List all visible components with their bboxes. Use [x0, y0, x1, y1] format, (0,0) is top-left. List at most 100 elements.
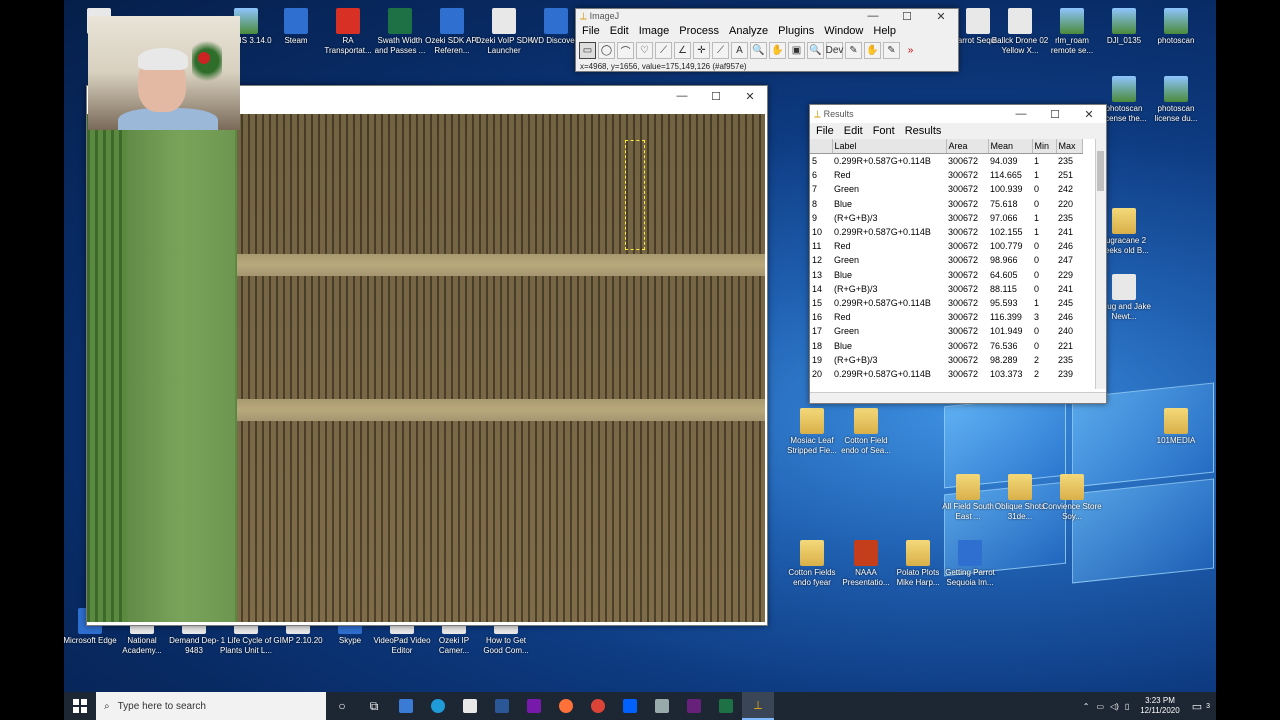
results-table[interactable]: Label Area Mean Min Max 5 0.299R+0.587G+0.114… — [810, 139, 1083, 381]
desktop-icon[interactable]: photoscan license du... — [1146, 76, 1206, 124]
cortana-icon[interactable]: ○ — [326, 692, 358, 720]
image-window[interactable]: — ☐ ✕ — [86, 85, 768, 626]
desktop-icon[interactable]: Cotton Field endo of Sea... — [836, 408, 896, 456]
scroll-tool-icon[interactable]: ✋ — [769, 41, 786, 59]
results-menu-font[interactable]: Font — [873, 125, 895, 137]
minimize-icon[interactable]: — — [665, 90, 699, 103]
menu-window[interactable]: Window — [824, 25, 863, 37]
desktop-icon[interactable]: rlm_roam remote se... — [1042, 8, 1102, 56]
imagej-taskbar-icon[interactable]: ⟂ — [742, 692, 774, 720]
column-header[interactable]: Label — [832, 139, 947, 154]
table-row[interactable]: 5 0.299R+0.587G+0.114B 300672 94.039 1 235 — [810, 154, 1082, 169]
menu-file[interactable]: File — [582, 25, 600, 37]
desktop-icon[interactable]: Cotton Fields endo fyear — [782, 540, 842, 588]
close-icon[interactable]: ✕ — [1072, 108, 1106, 121]
vertical-scrollbar[interactable] — [1095, 139, 1106, 389]
table-row[interactable]: 10 0.299R+0.587G+0.114B 300672 102.155 1 241 — [810, 225, 1082, 239]
table-row[interactable]: 15 0.299R+0.587G+0.114B 300672 95.593 1 245 — [810, 296, 1082, 310]
app-icon[interactable] — [646, 692, 678, 720]
minimize-icon[interactable]: — — [1004, 108, 1038, 121]
column-header[interactable]: Area — [946, 139, 989, 154]
dev-tool-icon[interactable]: Dev — [826, 41, 843, 59]
firefox-icon[interactable] — [550, 692, 582, 720]
minimize-icon[interactable]: — — [856, 10, 890, 23]
mail-icon[interactable] — [390, 692, 422, 720]
rectangle-roi[interactable] — [625, 140, 645, 250]
desktop-icon[interactable]: Steam — [266, 8, 326, 46]
drone-field-image[interactable] — [87, 114, 765, 622]
taskbar-search[interactable]: ⌕ Type here to search — [96, 692, 326, 720]
desktop-icon[interactable]: Swath Width and Passes ... — [370, 8, 430, 56]
desktop-icon[interactable]: Ozeki VoIP SDK Launcher — [474, 8, 534, 56]
desktop-icon[interactable]: RA Transportat... — [318, 8, 378, 56]
table-row[interactable]: 6 Red 300672 114.665 1 251 — [810, 168, 1082, 182]
notification-icon[interactable]: ▭ — [1192, 700, 1202, 713]
close-icon[interactable]: ✕ — [924, 10, 958, 23]
excel-icon[interactable] — [710, 692, 742, 720]
menu-process[interactable]: Process — [679, 25, 719, 37]
word-icon[interactable] — [486, 692, 518, 720]
results-table-container[interactable]: Label Area Mean Min Max 5 0.299R+0.587G+0.114… — [810, 139, 1096, 389]
desktop-icon[interactable]: photoscan — [1146, 8, 1206, 46]
table-row[interactable]: 17 Green 300672 101.949 0 240 — [810, 324, 1082, 338]
desktop-icon[interactable]: Polato Plots Mike Harp... — [888, 540, 948, 588]
oval-tool-icon[interactable]: ◯ — [598, 41, 615, 59]
onenote-icon[interactable] — [518, 692, 550, 720]
chrome-icon[interactable] — [582, 692, 614, 720]
table-row[interactable]: 7 Green 300672 100.939 0 242 — [810, 182, 1082, 196]
task-view-icon[interactable]: ⧉ — [358, 692, 390, 720]
column-header[interactable]: Min — [1032, 139, 1057, 154]
zoom-tool-icon[interactable]: 🔍 — [807, 41, 824, 59]
line-tool-icon[interactable]: ⟋ — [655, 41, 672, 59]
table-row[interactable]: 8 Blue 300672 75.618 0 220 — [810, 197, 1082, 211]
brush-tool-icon[interactable]: ✎ — [883, 41, 900, 59]
horizontal-scrollbar[interactable] — [810, 392, 1106, 403]
chevron-up-icon[interactable]: ⌃ — [1083, 702, 1090, 711]
start-button[interactable] — [64, 692, 96, 720]
desktop-icon[interactable]: 101MEDIA — [1146, 408, 1206, 446]
point-tool-icon[interactable]: ✛ — [693, 41, 710, 59]
wand-tool-icon[interactable]: ⟋ — [712, 41, 729, 59]
desktop-icon[interactable]: NAAA Presentatio... — [836, 540, 896, 588]
table-row[interactable]: 19 (R+G+B)/3 300672 98.289 2 235 — [810, 353, 1082, 367]
table-row[interactable]: 13 Blue 300672 64.605 0 229 — [810, 268, 1082, 282]
table-row[interactable]: 11 Red 300672 100.779 0 246 — [810, 239, 1082, 253]
imagej-titlebar[interactable]: ⟂ ImageJ — ☐ ✕ — [576, 9, 958, 23]
edge-icon[interactable] — [422, 692, 454, 720]
imagej-window[interactable]: ⟂ ImageJ — ☐ ✕ File Edit Image Process Analy… — [575, 8, 959, 72]
magnifier-tool-icon[interactable]: 🔍 — [750, 41, 767, 59]
network-icon[interactable]: ▭ — [1096, 702, 1104, 711]
results-titlebar[interactable]: ⟂ Results — ☐ ✕ — [810, 105, 1106, 123]
column-header[interactable] — [810, 139, 833, 154]
results-menu-results[interactable]: Results — [905, 125, 942, 137]
table-row[interactable]: 12 Green 300672 98.966 0 247 — [810, 253, 1082, 267]
menu-image[interactable]: Image — [639, 25, 670, 37]
maximize-icon[interactable]: ☐ — [1038, 108, 1072, 121]
table-row[interactable]: 14 (R+G+B)/3 300672 88.115 0 241 — [810, 282, 1082, 296]
dropbox-icon[interactable] — [614, 692, 646, 720]
desktop-icon[interactable]: All Field South East ... — [938, 474, 998, 522]
table-row[interactable]: 18 Blue 300672 76.536 0 221 — [810, 338, 1082, 352]
angle-tool-icon[interactable]: ∠ — [674, 41, 691, 59]
clock[interactable]: 3:23 PM 12/11/2020 — [1140, 696, 1179, 716]
desktop-icon[interactable]: DJI_0135 — [1094, 8, 1154, 46]
results-menu-file[interactable]: File — [816, 125, 834, 137]
desktop-icon[interactable]: Oblique Shots 31de... — [990, 474, 1050, 522]
desktop-icon[interactable]: Mosiac Leaf Stripped Fie... — [782, 408, 842, 456]
volume-icon[interactable]: ◁) — [1110, 702, 1119, 711]
visual-studio-icon[interactable] — [678, 692, 710, 720]
more-tool-icon[interactable]: » — [902, 42, 919, 59]
menu-help[interactable]: Help — [873, 25, 896, 37]
close-icon[interactable]: ✕ — [733, 90, 767, 103]
text-tool-icon[interactable]: A — [731, 41, 748, 59]
scroll-thumb[interactable] — [1097, 151, 1104, 191]
freehand-tool-icon[interactable]: ♡ — [636, 41, 653, 59]
desktop-icon[interactable]: Getting Parrot Sequoia Im... — [940, 540, 1000, 588]
table-row[interactable]: 9 (R+G+B)/3 300672 97.066 1 235 — [810, 211, 1082, 225]
hand-tool-icon[interactable]: ✋ — [864, 41, 881, 59]
color-picker-tool-icon[interactable]: ▣ — [788, 41, 805, 59]
maximize-icon[interactable]: ☐ — [890, 10, 924, 23]
store-icon[interactable] — [454, 692, 486, 720]
desktop-icon[interactable]: Ozeki SDK API Referen... — [422, 8, 482, 56]
table-row[interactable]: 16 Red 300672 116.399 3 246 — [810, 310, 1082, 324]
